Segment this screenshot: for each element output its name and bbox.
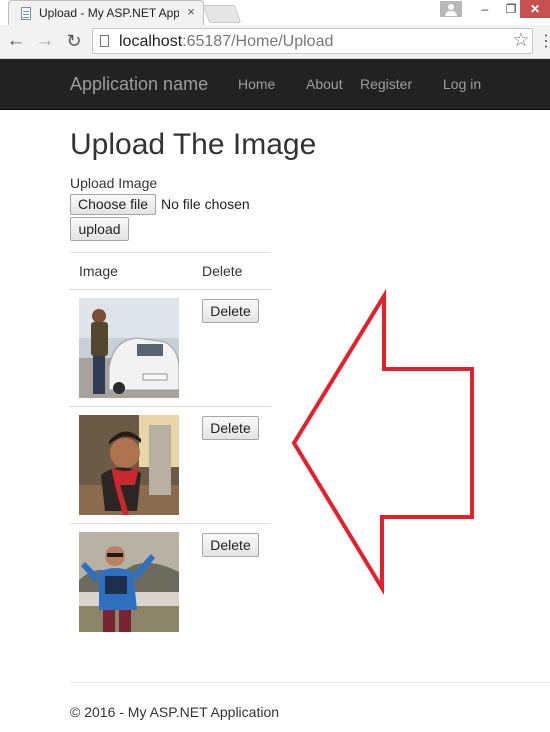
footer-divider bbox=[70, 682, 550, 683]
nav-link-home[interactable]: Home bbox=[238, 76, 275, 92]
browser-toolbar: ← → ↻ localhost:65187/Home/Upload ☆ ⋮ bbox=[0, 25, 550, 59]
browser-tab-strip: Upload - My ASP.NET App × – ❐ ✕ bbox=[0, 0, 550, 25]
file-status-text: No file chosen bbox=[161, 196, 250, 212]
uploaded-image-2 bbox=[79, 415, 179, 515]
table-top-border bbox=[70, 252, 271, 253]
url-host: localhost bbox=[119, 33, 183, 50]
page-icon bbox=[100, 35, 109, 47]
brand-link[interactable]: Application name bbox=[70, 74, 208, 95]
reload-icon[interactable]: ↻ bbox=[64, 31, 84, 51]
delete-button-1[interactable]: Delete bbox=[202, 299, 259, 323]
footer-text: © 2016 - My ASP.NET Application bbox=[70, 704, 280, 720]
upload-label: Upload Image bbox=[70, 175, 158, 191]
user-icon[interactable] bbox=[440, 1, 462, 17]
tab-close-icon[interactable]: × bbox=[185, 5, 197, 19]
new-tab-button[interactable] bbox=[202, 5, 242, 23]
browser-tab[interactable]: Upload - My ASP.NET App × bbox=[8, 0, 204, 25]
page-favicon-icon bbox=[21, 7, 31, 20]
url-text[interactable]: localhost:65187/Home/Upload bbox=[119, 33, 333, 51]
tab-title: Upload - My ASP.NET App bbox=[39, 6, 179, 20]
nav-link-login[interactable]: Log in bbox=[443, 76, 481, 92]
nav-link-register[interactable]: Register bbox=[360, 76, 412, 92]
arrow-shape bbox=[291, 288, 474, 596]
delete-button-3[interactable]: Delete bbox=[202, 533, 259, 557]
page-title: Upload The Image bbox=[70, 128, 317, 161]
table-row-border bbox=[70, 406, 271, 407]
choose-file-button[interactable]: Choose file bbox=[70, 194, 156, 215]
delete-button-2[interactable]: Delete bbox=[202, 416, 259, 440]
table-row-border bbox=[70, 523, 271, 524]
back-arrow-icon[interactable]: ← bbox=[6, 31, 26, 51]
uploaded-image-1 bbox=[79, 298, 179, 398]
column-header-delete: Delete bbox=[202, 263, 243, 279]
table-header-border bbox=[70, 289, 271, 290]
upload-button[interactable]: upload bbox=[70, 217, 129, 241]
forward-arrow-icon[interactable]: → bbox=[35, 31, 55, 51]
site-navbar: Application name Home About Register Log… bbox=[0, 59, 550, 110]
uploaded-image-3 bbox=[79, 532, 179, 632]
star-icon[interactable]: ☆ bbox=[511, 30, 531, 52]
menu-icon[interactable]: ⋮ bbox=[538, 32, 550, 52]
close-icon[interactable]: ✕ bbox=[520, 0, 550, 18]
minimize-icon[interactable]: – bbox=[472, 0, 498, 18]
url-path: :65187/Home/Upload bbox=[182, 33, 334, 50]
column-header-image: Image bbox=[79, 263, 118, 279]
nav-link-about[interactable]: About bbox=[306, 76, 343, 92]
address-bar[interactable]: localhost:65187/Home/Upload ☆ bbox=[92, 28, 533, 54]
